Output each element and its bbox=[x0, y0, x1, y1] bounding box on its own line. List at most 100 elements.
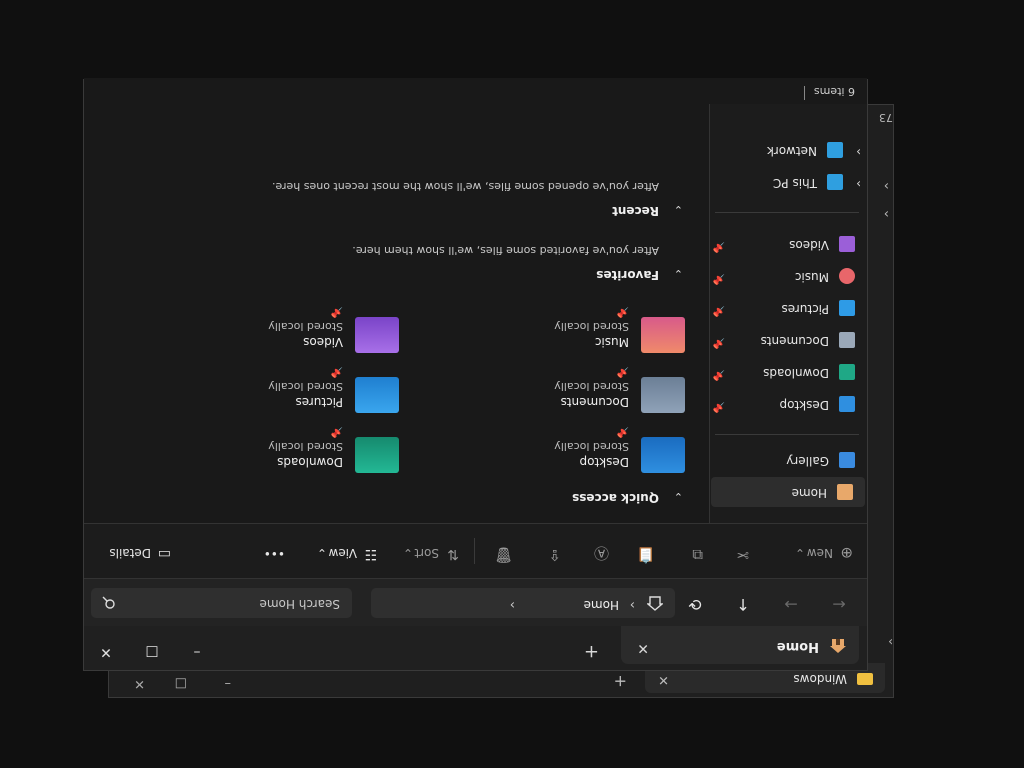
quick-access-item-pictures[interactable]: Pictures Stored locally 📌 bbox=[129, 353, 399, 413]
breadcrumb-separator[interactable]: › bbox=[510, 597, 515, 612]
home-icon bbox=[837, 484, 853, 500]
search-placeholder: Search Home bbox=[259, 597, 340, 611]
close-button[interactable]: ✕ bbox=[91, 644, 121, 660]
details-pane-icon: ▭ bbox=[157, 546, 171, 562]
copy-icon[interactable]: ⧉ bbox=[692, 546, 703, 564]
sidebar-item-gallery[interactable]: Gallery bbox=[709, 445, 867, 475]
background-partial-text: 73 bbox=[879, 111, 893, 124]
tab-close-button[interactable]: ✕ bbox=[637, 640, 649, 656]
sidebar-item-documents[interactable]: Documents 📌 bbox=[709, 325, 867, 355]
chevron-down-icon[interactable]: ⌄ bbox=[674, 490, 683, 503]
maximize-button[interactable]: □ bbox=[137, 644, 167, 660]
more-options-button[interactable]: ••• bbox=[264, 546, 285, 560]
refresh-button[interactable]: ⟳ bbox=[683, 595, 707, 614]
item-name: Music bbox=[594, 335, 629, 349]
navigation-bar: ← → ↑ ⟳ › Home › Search Home bbox=[84, 578, 867, 626]
item-status: Stored locally bbox=[268, 440, 343, 453]
background-chevron-icon[interactable]: › bbox=[884, 206, 889, 221]
rename-icon[interactable]: Ⓐ bbox=[594, 543, 609, 564]
pin-icon: 📌 bbox=[616, 306, 629, 317]
breadcrumb-home[interactable]: Home bbox=[584, 598, 619, 612]
delete-icon[interactable]: 🗑 bbox=[494, 546, 513, 564]
sidebar-item-label: Music bbox=[794, 270, 829, 284]
background-tab-label: Windows bbox=[793, 672, 847, 686]
command-bar: ⊕ New ⌄ ✂ ⧉ 📋 Ⓐ ⇪ 🗑 ⇅ Sort ⌄ ☷ View ⌄ ••… bbox=[84, 523, 867, 578]
pin-icon: 📌 bbox=[712, 273, 725, 284]
sidebar-item-home[interactable]: Home bbox=[711, 477, 865, 507]
file-explorer-window: Home ✕ + – □ ✕ ← → ↑ ⟳ › Home › Search H… bbox=[82, 78, 868, 671]
favorites-header[interactable]: Favorites bbox=[596, 268, 659, 282]
quick-access-header[interactable]: Quick access bbox=[572, 491, 659, 505]
up-button[interactable]: ↑ bbox=[731, 595, 755, 614]
chevron-right-icon[interactable]: › bbox=[856, 145, 861, 159]
background-new-tab[interactable]: + bbox=[614, 672, 627, 691]
item-status: Stored locally bbox=[554, 380, 629, 393]
back-button[interactable]: ← bbox=[827, 595, 851, 614]
pin-icon: 📌 bbox=[330, 426, 343, 437]
new-tab-button[interactable]: + bbox=[584, 641, 599, 662]
address-bar[interactable]: › Home › bbox=[371, 588, 675, 618]
chevron-down-icon: ⌄ bbox=[316, 546, 327, 560]
background-minimize-button[interactable]: – bbox=[225, 676, 232, 691]
gallery-icon bbox=[839, 452, 855, 468]
documents-folder-icon bbox=[641, 377, 685, 413]
status-bar: 6 items bbox=[84, 78, 867, 104]
cut-icon[interactable]: ✂ bbox=[736, 546, 749, 564]
sidebar-divider bbox=[715, 212, 859, 213]
quick-access-item-music[interactable]: Music Stored locally 📌 bbox=[415, 293, 685, 353]
background-close-button[interactable]: ✕ bbox=[134, 676, 145, 691]
chevron-right-icon[interactable]: › bbox=[856, 177, 861, 191]
new-label: New bbox=[806, 546, 833, 560]
pin-icon: 📌 bbox=[330, 366, 343, 377]
sidebar-item-downloads[interactable]: Downloads 📌 bbox=[709, 357, 867, 387]
background-chevron-icon[interactable]: › bbox=[884, 178, 889, 193]
recent-header[interactable]: Recent bbox=[612, 204, 659, 218]
background-chevron-icon[interactable]: › bbox=[888, 635, 893, 649]
background-tab-close[interactable]: ✕ bbox=[658, 672, 669, 687]
chevron-down-icon: ⌄ bbox=[794, 546, 805, 560]
chevron-down-icon[interactable]: ⌄ bbox=[674, 203, 683, 216]
view-button[interactable]: ☷ View ⌄ bbox=[307, 540, 377, 562]
sort-button[interactable]: ⇅ Sort ⌄ bbox=[395, 540, 459, 562]
item-status: Stored locally bbox=[268, 380, 343, 393]
sidebar-item-label: This PC bbox=[773, 176, 817, 190]
content-area: ⌄ Quick access Desktop Stored locally 📌 … bbox=[82, 104, 709, 523]
share-icon[interactable]: ⇪ bbox=[548, 546, 561, 564]
forward-button[interactable]: → bbox=[779, 595, 803, 614]
item-status: Stored locally bbox=[554, 320, 629, 333]
sidebar-item-network[interactable]: › Network bbox=[709, 135, 867, 165]
music-folder-icon bbox=[641, 317, 685, 353]
quick-access-item-documents[interactable]: Documents Stored locally 📌 bbox=[415, 353, 685, 413]
item-name: Downloads bbox=[277, 455, 343, 469]
pictures-folder-icon bbox=[355, 377, 399, 413]
minimize-button[interactable]: – bbox=[182, 644, 212, 660]
pin-icon: 📌 bbox=[712, 401, 725, 412]
sidebar-item-pictures[interactable]: Pictures 📌 bbox=[709, 293, 867, 323]
tab-home[interactable]: Home ✕ bbox=[621, 626, 859, 664]
sidebar-item-desktop[interactable]: Desktop 📌 bbox=[709, 389, 867, 419]
paste-icon[interactable]: 📋 bbox=[636, 546, 655, 564]
new-button[interactable]: ⊕ New ⌄ bbox=[783, 540, 853, 562]
chevron-down-icon[interactable]: ⌄ bbox=[674, 267, 683, 280]
quick-access-item-videos[interactable]: Videos Stored locally 📌 bbox=[129, 293, 399, 353]
sidebar-item-this-pc[interactable]: › This PC bbox=[709, 167, 867, 197]
sidebar-divider bbox=[715, 434, 859, 435]
item-name: Pictures bbox=[295, 395, 343, 409]
desktop-folder-icon bbox=[641, 437, 685, 473]
item-status: Stored locally bbox=[268, 320, 343, 333]
quick-access-item-downloads[interactable]: Downloads Stored locally 📌 bbox=[129, 413, 399, 473]
search-box[interactable]: Search Home bbox=[91, 588, 352, 618]
background-maximize-button[interactable]: □ bbox=[175, 676, 187, 691]
breadcrumb-separator: › bbox=[629, 597, 635, 612]
view-label: View bbox=[328, 546, 357, 560]
videos-folder-icon bbox=[355, 317, 399, 353]
navigation-pane: Home Gallery Desktop 📌 Downloads 📌 Docum… bbox=[709, 104, 867, 523]
folder-icon bbox=[857, 673, 873, 685]
sidebar-item-label: Pictures bbox=[781, 302, 829, 316]
details-button[interactable]: ▭ Details bbox=[91, 540, 171, 562]
sidebar-item-music[interactable]: Music 📌 bbox=[709, 261, 867, 291]
sidebar-item-videos[interactable]: Videos 📌 bbox=[709, 229, 867, 259]
chevron-down-icon: ⌄ bbox=[402, 546, 413, 560]
pin-icon: 📌 bbox=[712, 241, 725, 252]
quick-access-item-desktop[interactable]: Desktop Stored locally 📌 bbox=[415, 413, 685, 473]
